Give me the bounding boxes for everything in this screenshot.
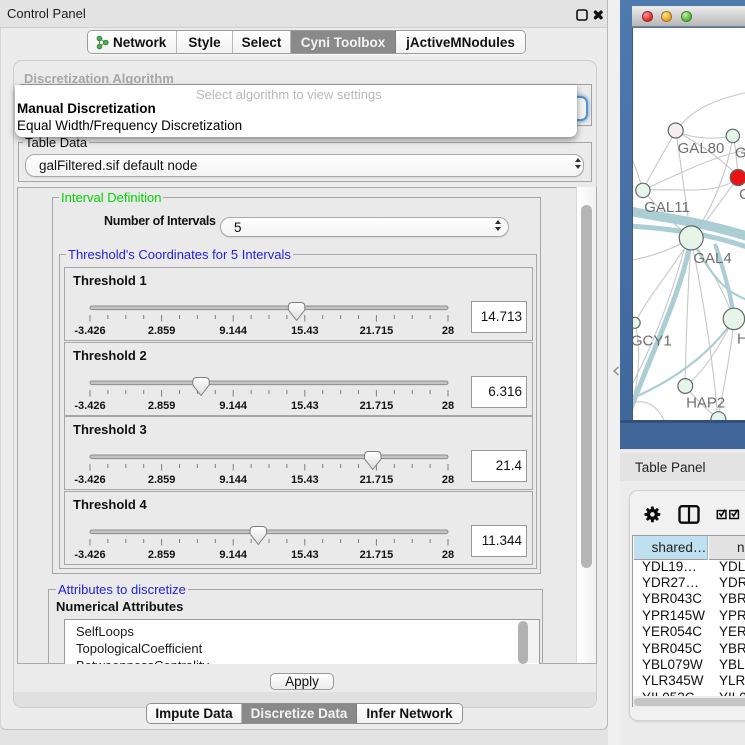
svg-text:28: 28 — [442, 474, 454, 486]
svg-text:GCY1: GCY1 — [633, 333, 672, 350]
svg-text:-3.426: -3.426 — [74, 549, 105, 561]
svg-text:21.715: 21.715 — [360, 474, 394, 486]
svg-text:HE: HE — [737, 331, 745, 348]
svg-text:-3.426: -3.426 — [74, 474, 105, 486]
svg-text:15.43: 15.43 — [291, 474, 319, 486]
svg-text:9.144: 9.144 — [219, 549, 247, 561]
svg-text:21.715: 21.715 — [360, 325, 394, 337]
svg-text:9.144: 9.144 — [219, 400, 247, 412]
svg-text:21.715: 21.715 — [360, 549, 394, 561]
svg-text:2.859: 2.859 — [148, 474, 176, 486]
svg-text:-3.426: -3.426 — [74, 400, 105, 412]
svg-text:28: 28 — [442, 400, 454, 412]
svg-text:CR: CR — [739, 186, 745, 203]
svg-text:GA: GA — [735, 145, 745, 162]
svg-text:9.144: 9.144 — [219, 474, 247, 486]
svg-text:21.715: 21.715 — [360, 400, 394, 412]
svg-text:28: 28 — [442, 549, 454, 561]
svg-text:GAL11: GAL11 — [644, 199, 690, 216]
svg-text:2.859: 2.859 — [148, 400, 176, 412]
svg-text:2.859: 2.859 — [148, 325, 176, 337]
svg-text:15.43: 15.43 — [291, 325, 319, 337]
svg-text:-3.426: -3.426 — [74, 325, 105, 337]
svg-text:GAL80: GAL80 — [678, 140, 725, 157]
svg-text:15.43: 15.43 — [291, 549, 319, 561]
svg-text:9.144: 9.144 — [219, 325, 247, 337]
svg-text:15.43: 15.43 — [291, 400, 319, 412]
svg-text:28: 28 — [442, 325, 454, 337]
svg-text:GAL4: GAL4 — [693, 250, 731, 267]
svg-text:2.859: 2.859 — [148, 549, 176, 561]
svg-text:HAP2: HAP2 — [686, 395, 725, 412]
